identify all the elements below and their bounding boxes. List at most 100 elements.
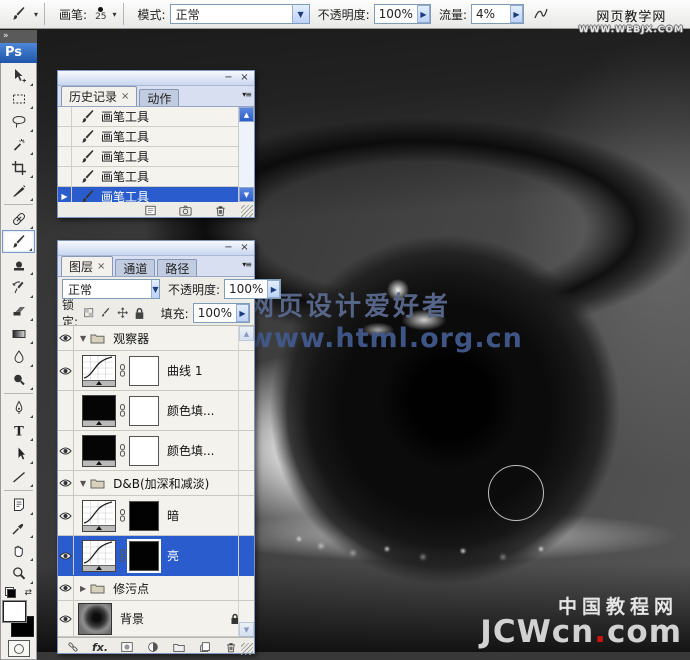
visibility-toggle[interactable] bbox=[58, 326, 74, 350]
blend-mode-select[interactable]: 正常 ▼ bbox=[170, 4, 310, 24]
visibility-toggle[interactable] bbox=[58, 391, 74, 430]
swap-colors-icon[interactable]: ⇄ bbox=[24, 588, 32, 598]
visibility-toggle[interactable] bbox=[58, 431, 74, 470]
resize-grip[interactable] bbox=[241, 643, 253, 655]
history-scrollbar[interactable]: ▲ ▼ bbox=[238, 107, 254, 202]
scroll-up-icon[interactable]: ▲ bbox=[239, 326, 254, 341]
tool-preset-dropdown-icon[interactable]: ▾ bbox=[34, 10, 38, 19]
layers-tab-通道[interactable]: 通道 bbox=[115, 259, 155, 276]
scroll-down-icon[interactable]: ▼ bbox=[239, 622, 254, 637]
tool-history-brush[interactable] bbox=[2, 276, 35, 299]
layer-mask-thumbnail[interactable] bbox=[129, 356, 159, 386]
slider-arrow-icon[interactable]: ▶ bbox=[267, 280, 280, 298]
layer-row-修污点[interactable]: ▶修污点 bbox=[58, 576, 254, 601]
layers-tab-图层[interactable]: 图层× bbox=[61, 256, 113, 276]
expand-group-icon[interactable]: ▶ bbox=[80, 584, 86, 593]
lock-transparency-icon[interactable] bbox=[83, 307, 96, 320]
tab-close-icon[interactable]: × bbox=[121, 91, 129, 102]
lock-all-icon[interactable] bbox=[134, 307, 145, 320]
history-titlebar[interactable]: − × bbox=[58, 71, 254, 86]
layer-fill-input[interactable]: 100% ▶ bbox=[193, 303, 250, 323]
layer-mask-thumbnail[interactable] bbox=[129, 436, 159, 466]
history-source-cell[interactable]: ▶ bbox=[58, 187, 72, 202]
lock-position-icon[interactable] bbox=[117, 307, 130, 320]
layer-row-颜色填...[interactable]: 颜色填... bbox=[58, 431, 254, 471]
brush-dropdown-icon[interactable]: ▾ bbox=[113, 10, 117, 19]
foreground-color-swatch[interactable] bbox=[3, 601, 26, 622]
flow-input[interactable]: 4% ▶ bbox=[471, 4, 524, 24]
tool-crop[interactable] bbox=[2, 156, 35, 179]
default-colors-icon[interactable] bbox=[5, 587, 16, 598]
tool-hand[interactable] bbox=[2, 539, 35, 562]
fill-thumbnail[interactable] bbox=[82, 395, 116, 427]
tool-dodge[interactable] bbox=[2, 368, 35, 391]
tool-type[interactable]: T bbox=[2, 419, 35, 442]
airbrush-toggle[interactable] bbox=[532, 6, 550, 22]
resize-grip[interactable] bbox=[241, 205, 253, 217]
layer-mask-thumbnail[interactable] bbox=[129, 396, 159, 426]
layer-row-曲线 1[interactable]: 曲线 1 bbox=[58, 351, 254, 391]
panel-menu-icon[interactable]: ▾≡ bbox=[242, 260, 251, 269]
visibility-toggle[interactable] bbox=[58, 576, 74, 600]
tool-rect-marquee[interactable] bbox=[2, 87, 35, 110]
collapse-group-icon[interactable]: ▼ bbox=[80, 334, 86, 343]
tool-brush[interactable] bbox=[2, 230, 35, 253]
visibility-toggle[interactable] bbox=[58, 351, 74, 390]
collapse-group-icon[interactable]: ▼ bbox=[80, 479, 86, 488]
visibility-toggle[interactable] bbox=[58, 536, 74, 575]
curves-thumbnail[interactable] bbox=[82, 500, 116, 532]
panel-menu-icon[interactable]: ▾≡ bbox=[242, 90, 251, 99]
tool-notes[interactable] bbox=[2, 493, 35, 516]
minimize-icon[interactable]: − bbox=[222, 243, 235, 254]
tool-pen[interactable] bbox=[2, 396, 35, 419]
layer-row-亮[interactable]: 亮 bbox=[58, 536, 254, 576]
tool-eyedropper[interactable] bbox=[2, 516, 35, 539]
new-snapshot-icon[interactable] bbox=[178, 203, 193, 218]
layer-mask-thumbnail[interactable] bbox=[129, 541, 159, 571]
tool-magic-wand[interactable] bbox=[2, 133, 35, 156]
history-source-cell[interactable] bbox=[58, 147, 72, 166]
history-source-cell[interactable] bbox=[58, 127, 72, 146]
tool-slice[interactable] bbox=[2, 179, 35, 202]
layer-opacity-input[interactable]: 100% ▶ bbox=[224, 279, 281, 299]
chevron-down-icon[interactable]: ▼ bbox=[151, 280, 159, 298]
close-icon[interactable]: × bbox=[238, 243, 251, 254]
fill-thumbnail[interactable] bbox=[82, 435, 116, 467]
layers-titlebar[interactable]: − × bbox=[58, 241, 254, 256]
opacity-input[interactable]: 100% ▶ bbox=[374, 4, 431, 24]
slider-arrow-icon[interactable]: ▶ bbox=[236, 304, 249, 322]
layer-row-观察器[interactable]: ▼观察器 bbox=[58, 326, 254, 351]
toolbox-collapse-button[interactable]: » bbox=[0, 30, 37, 43]
visibility-toggle[interactable] bbox=[58, 601, 74, 636]
scroll-down-icon[interactable]: ▼ bbox=[239, 187, 254, 202]
layers-tab-路径[interactable]: 路径 bbox=[157, 259, 197, 276]
minimize-icon[interactable]: − bbox=[222, 73, 235, 84]
tool-line[interactable] bbox=[2, 465, 35, 488]
tab-close-icon[interactable]: × bbox=[97, 261, 105, 272]
tool-zoom[interactable] bbox=[2, 562, 35, 585]
visibility-toggle[interactable] bbox=[58, 496, 74, 535]
slider-arrow-icon[interactable]: ▶ bbox=[510, 5, 523, 23]
delete-state-icon[interactable] bbox=[213, 203, 228, 218]
visibility-toggle[interactable] bbox=[58, 471, 74, 495]
chevron-down-icon[interactable]: ▼ bbox=[292, 5, 309, 23]
background-thumbnail[interactable] bbox=[78, 603, 112, 635]
tool-path-select[interactable] bbox=[2, 442, 35, 465]
tool-eraser[interactable] bbox=[2, 299, 35, 322]
history-state-row[interactable]: 画笔工具 bbox=[58, 127, 254, 147]
history-state-row[interactable]: 画笔工具 bbox=[58, 167, 254, 187]
new-document-from-state-icon[interactable] bbox=[143, 203, 158, 218]
brush-preset-picker[interactable]: 25 bbox=[95, 7, 106, 22]
slider-arrow-icon[interactable]: ▶ bbox=[417, 5, 430, 23]
lock-pixels-icon[interactable] bbox=[100, 307, 113, 320]
tool-lasso[interactable] bbox=[2, 110, 35, 133]
history-tab-历史记录[interactable]: 历史记录× bbox=[61, 86, 137, 106]
curves-thumbnail[interactable] bbox=[82, 355, 116, 387]
current-tool-icon[interactable] bbox=[6, 6, 32, 22]
tool-blur[interactable] bbox=[2, 345, 35, 368]
layer-row-暗[interactable]: 暗 bbox=[58, 496, 254, 536]
layer-mask-thumbnail[interactable] bbox=[129, 501, 159, 531]
history-state-row[interactable]: 画笔工具 bbox=[58, 107, 254, 127]
layers-scrollbar[interactable]: ▲ ▼ bbox=[238, 326, 254, 637]
tool-healing-brush[interactable] bbox=[2, 207, 35, 230]
